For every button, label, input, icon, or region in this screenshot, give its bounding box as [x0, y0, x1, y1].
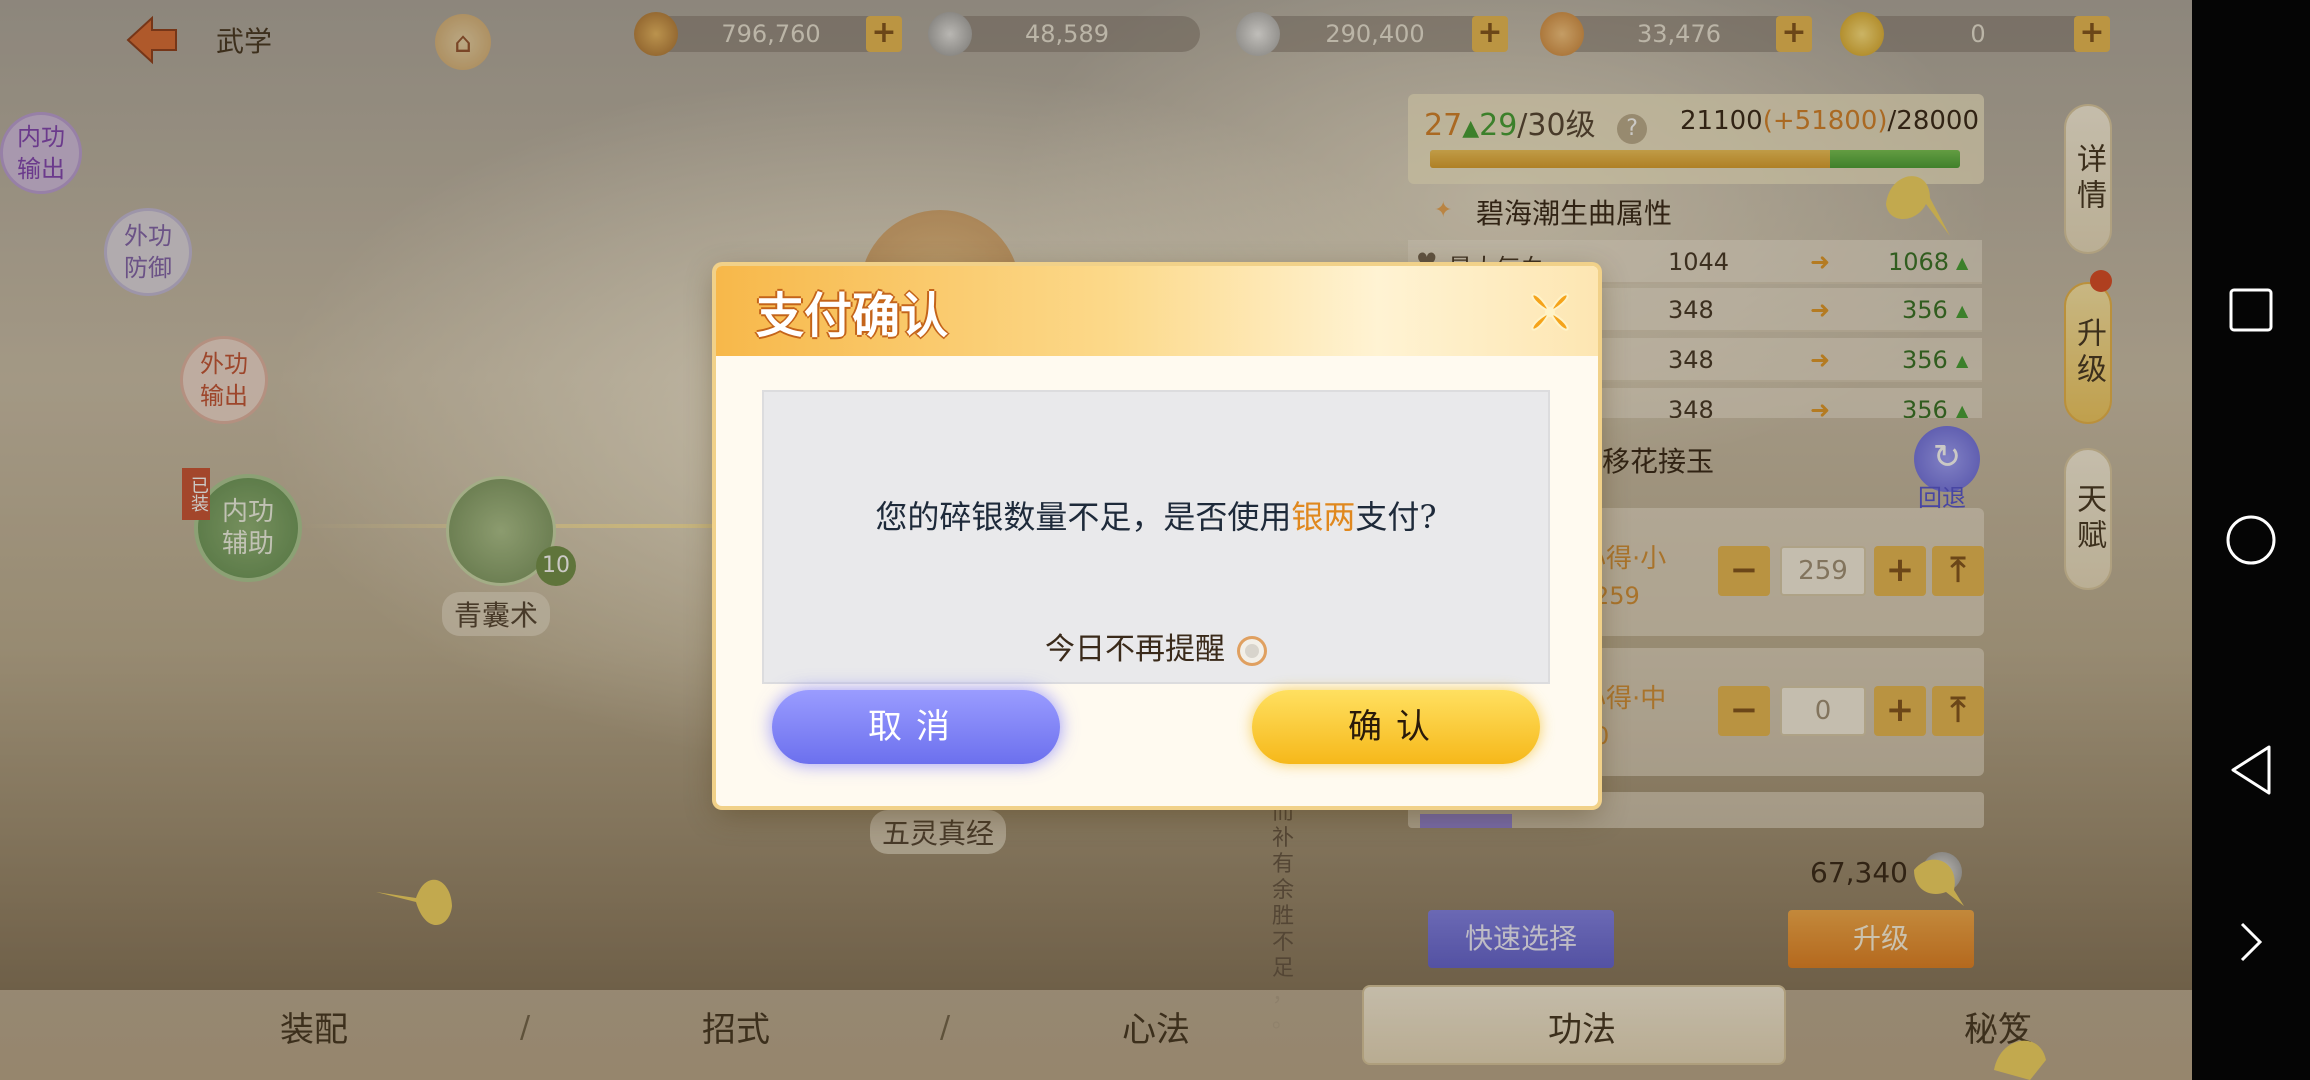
confirm-button[interactable]: 确认	[1252, 690, 1540, 764]
chevron-right-icon	[2240, 922, 2263, 962]
close-icon[interactable]	[1518, 280, 1582, 344]
system-nav-bar	[2192, 0, 2310, 1080]
dont-remind-toggle[interactable]: 今日不再提醒	[764, 624, 1548, 668]
recent-apps-button[interactable]	[2192, 270, 2310, 350]
dialog-message: 您的碎银数量不足，是否使用银两支付?	[875, 498, 1437, 536]
cancel-button[interactable]: 取消	[772, 690, 1060, 764]
dont-remind-label: 今日不再提醒	[1045, 632, 1225, 667]
circle-icon	[2226, 515, 2276, 565]
dialog-title: 支付确认	[756, 288, 949, 344]
triangle-back-icon	[2231, 745, 2271, 795]
home-button[interactable]	[2192, 500, 2310, 580]
dialog-body: 您的碎银数量不足，是否使用银两支付? 今日不再提醒	[762, 390, 1550, 684]
square-icon	[2229, 288, 2273, 332]
back-button[interactable]	[2192, 730, 2310, 810]
dont-remind-radio[interactable]	[1237, 636, 1267, 666]
expand-button[interactable]	[2192, 902, 2310, 982]
payment-confirm-dialog: 支付确认 您的碎银数量不足，是否使用银两支付? 今日不再提醒 取消 确认	[716, 266, 1598, 806]
game-screen: 武学 ⌂ 796,760 + 48,589 290,400 + 33,476 +…	[0, 0, 2192, 1080]
